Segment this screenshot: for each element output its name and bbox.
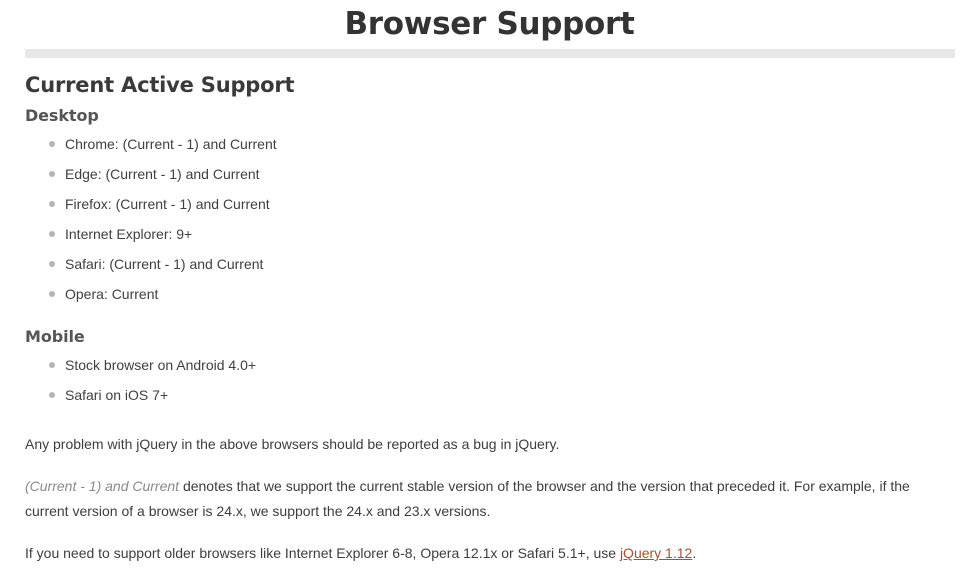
denotes-emphasis-term: (Current - 1) and Current — [25, 478, 180, 494]
bullet-icon — [49, 171, 55, 177]
bullet-icon — [49, 291, 55, 297]
content-area: Current Active Support Desktop Chrome: (… — [0, 72, 979, 566]
bullet-icon — [49, 362, 55, 368]
browser-support-page: Browser Support Current Active Support D… — [0, 0, 979, 578]
list-item-label: Opera: Current — [65, 286, 159, 302]
bullet-icon — [49, 261, 55, 267]
list-item-label: Firefox: (Current - 1) and Current — [65, 196, 270, 212]
subsection-heading-desktop: Desktop — [25, 106, 99, 125]
bullet-icon — [49, 201, 55, 207]
bullet-icon — [49, 141, 55, 147]
title-divider — [25, 49, 955, 58]
section-heading-current-active-support: Current Active Support — [25, 73, 295, 97]
bullet-icon — [49, 231, 55, 237]
list-item-label: Chrome: (Current - 1) and Current — [65, 136, 277, 152]
subsection-heading-mobile: Mobile — [25, 327, 85, 346]
list-item: Stock browser on Android 4.0+ — [25, 357, 955, 373]
list-item: Safari on iOS 7+ — [25, 387, 955, 403]
mobile-browser-list: Stock browser on Android 4.0+ Safari on … — [25, 357, 955, 403]
denotes-note: (Current - 1) and Current denotes that w… — [25, 474, 955, 524]
older-browsers-note: If you need to support older browsers li… — [25, 541, 955, 566]
list-item: Firefox: (Current - 1) and Current — [25, 196, 955, 212]
list-item: Internet Explorer: 9+ — [25, 226, 955, 242]
list-item: Edge: (Current - 1) and Current — [25, 166, 955, 182]
list-item-label: Safari: (Current - 1) and Current — [65, 256, 264, 272]
bug-report-note: Any problem with jQuery in the above bro… — [25, 436, 560, 452]
desktop-browser-list: Chrome: (Current - 1) and Current Edge: … — [25, 136, 955, 302]
list-item: Safari: (Current - 1) and Current — [25, 256, 955, 272]
page-title: Browser Support — [344, 6, 635, 42]
older-browsers-trail-text: . — [692, 545, 697, 561]
list-item-label: Stock browser on Android 4.0+ — [65, 357, 257, 373]
list-item-label: Safari on iOS 7+ — [65, 387, 169, 403]
list-item: Opera: Current — [25, 286, 955, 302]
bullet-icon — [49, 392, 55, 398]
list-item-label: Internet Explorer: 9+ — [65, 226, 193, 242]
jquery-1-12-link[interactable]: jQuery 1.12 — [620, 545, 692, 561]
list-item: Chrome: (Current - 1) and Current — [25, 136, 955, 152]
list-item-label: Edge: (Current - 1) and Current — [65, 166, 260, 182]
older-browsers-lead-text: If you need to support older browsers li… — [25, 545, 620, 561]
